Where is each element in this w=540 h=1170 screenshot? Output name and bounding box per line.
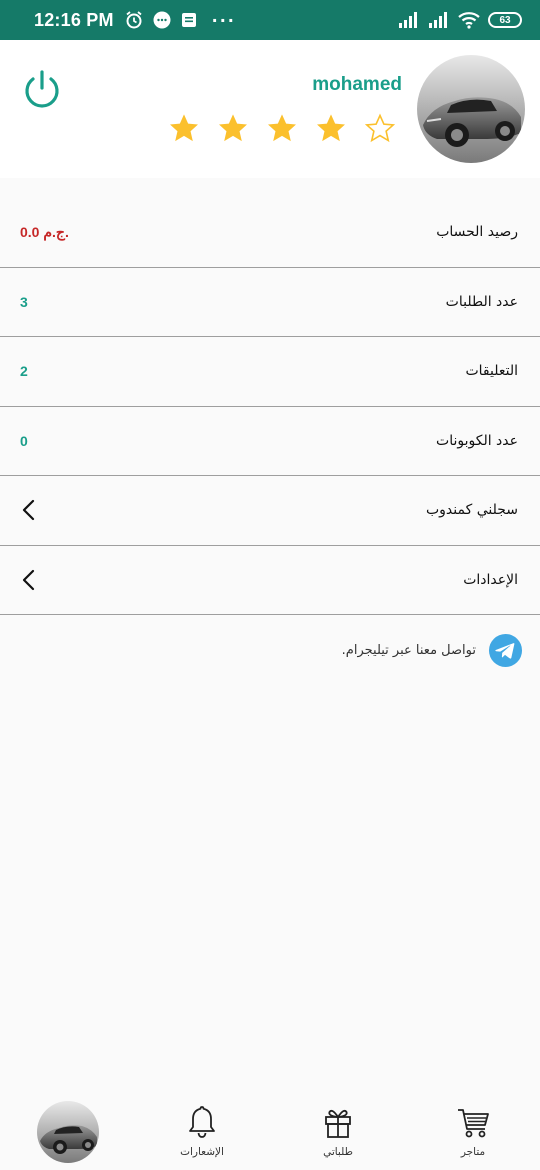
avatar[interactable] (417, 55, 525, 163)
bottom-nav: الإشعارات طلباتي متاجر (0, 1090, 540, 1170)
signal-icon (399, 12, 417, 28)
shopping-cart-icon (458, 1109, 489, 1138)
wifi-icon (458, 12, 480, 29)
balance-label: رصيد الحساب (436, 224, 518, 241)
star-icon (170, 114, 198, 142)
rating-stars (168, 112, 396, 144)
signal-icon (429, 12, 447, 28)
row-balance: 0.0 ج.م. رصيد الحساب (0, 198, 540, 268)
star-icon (219, 114, 247, 142)
profile-header: mohamed (0, 40, 540, 178)
status-time: 12:16 PM (34, 9, 114, 30)
status-overflow-dots: ··· (211, 10, 236, 30)
nav-notifications[interactable]: الإشعارات (152, 1090, 252, 1170)
telegram-icon (488, 633, 523, 667)
telegram-contact-link[interactable]: تواصل معنا عبر تيليجرام. (0, 630, 540, 670)
nav-my-orders[interactable]: طلباتي (288, 1090, 388, 1170)
coupons-label: عدد الكوبونات (436, 432, 518, 449)
car-avatar-icon (37, 1101, 99, 1163)
row-comments: 2 التعليقات (0, 337, 540, 407)
car-avatar-icon (417, 55, 525, 163)
row-orders-count: 3 عدد الطلبات (0, 268, 540, 337)
balance-value: 0.0 ج.م. (20, 223, 69, 240)
chevron-left-icon (22, 569, 35, 590)
bell-icon (189, 1106, 215, 1138)
user-name: mohamed (312, 74, 402, 95)
settings-item[interactable]: الإعدادات (0, 546, 540, 615)
comments-count-value: 2 (20, 363, 28, 380)
nav-profile-avatar[interactable] (37, 1101, 99, 1163)
comments-label: التعليقات (465, 363, 518, 380)
battery-level: 63 (499, 14, 511, 26)
status-bar: 12:16 PM ··· 63 (0, 0, 540, 40)
nav-my-orders-label: طلباتي (323, 1146, 353, 1158)
alarm-icon (126, 11, 142, 29)
power-icon[interactable] (20, 68, 64, 112)
star-icon (317, 114, 345, 142)
orders-count-value: 3 (20, 293, 28, 310)
nav-stores[interactable]: متاجر (423, 1090, 523, 1170)
register-as-delegate-label: سجلني كمندوب (425, 502, 518, 519)
nav-notifications-label: الإشعارات (180, 1146, 224, 1158)
settings-label: الإعدادات (463, 571, 518, 588)
orders-count-label: عدد الطلبات (445, 293, 518, 310)
register-as-delegate-item[interactable]: سجلني كمندوب (0, 476, 540, 546)
chevron-left-icon (22, 500, 35, 521)
chat-bubble-icon (153, 11, 171, 29)
star-icon (268, 114, 296, 142)
battery-icon: 63 (488, 12, 522, 28)
coupons-count-value: 0 (20, 432, 28, 449)
notification-icon (181, 13, 196, 27)
row-coupons: 0 عدد الكوبونات (0, 407, 540, 476)
gift-icon (325, 1109, 351, 1138)
nav-stores-label: متاجر (460, 1146, 486, 1158)
account-info-list: 0.0 ج.م. رصيد الحساب 3 عدد الطلبات 2 الت… (0, 198, 540, 615)
star-outline-icon (364, 113, 396, 143)
telegram-text: تواصل معنا عبر تيليجرام. (341, 642, 476, 658)
